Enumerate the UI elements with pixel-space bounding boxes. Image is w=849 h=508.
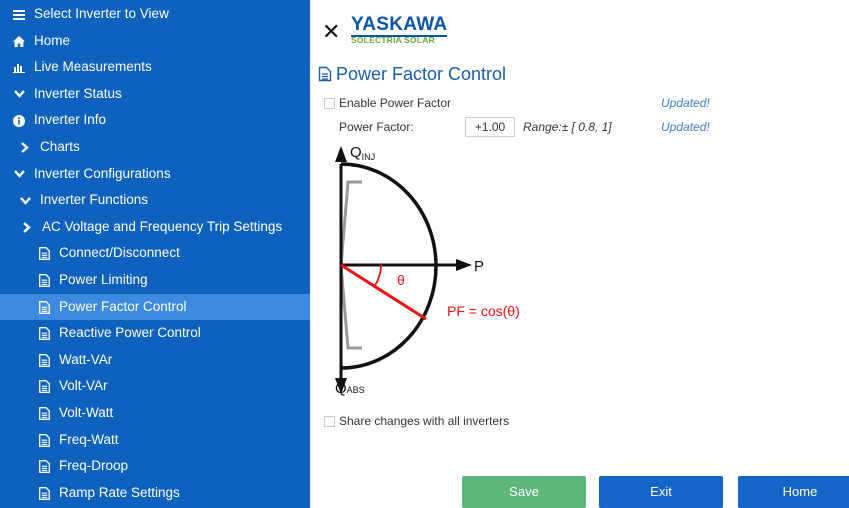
pf-formula: PF = cos(θ) — [447, 303, 520, 319]
power-factor-diagram: θ P QINJ QABS PF = cos(θ) — [335, 144, 520, 397]
theta-arc — [373, 264, 382, 288]
theta-label: θ — [397, 272, 405, 288]
sidebar-item-label: Inverter Configurations — [34, 165, 171, 181]
sidebar-item-label: Connect/Disconnect — [59, 245, 180, 261]
power-factor-range: Range:± [ 0.8, 1] — [523, 120, 612, 134]
sidebar-item-label: Home — [34, 32, 71, 48]
sidebar: Select Inverter to View Home Live Measurem… — [0, 0, 310, 508]
sidebar-item-volt-var[interactable]: Volt-VAr — [0, 373, 310, 399]
bar-chart-icon — [12, 55, 26, 81]
logo-name: YASKAWA — [351, 14, 448, 37]
page-title: Power Factor Control — [318, 64, 506, 87]
close-icon[interactable]: ✕ — [322, 19, 340, 45]
document-icon — [37, 374, 51, 400]
sidebar-item-connect-disconnect[interactable]: Connect/Disconnect — [0, 240, 310, 266]
list-icon — [12, 1, 26, 27]
sidebar-item-charts[interactable]: Charts — [0, 134, 310, 160]
sidebar-item-label: Inverter Status — [34, 85, 122, 101]
sidebar-item-label: Select Inverter to View — [34, 6, 169, 21]
document-icon — [37, 267, 51, 293]
exit-button[interactable]: Exit — [599, 476, 723, 508]
sidebar-item-freq-watt[interactable]: Freq-Watt — [0, 427, 310, 453]
power-factor-label: Power Factor: — [339, 120, 414, 134]
sidebar-item-inverter-info[interactable]: Inverter Info — [0, 107, 310, 133]
chevron-down-icon — [12, 81, 26, 107]
q-abs-label: QABS — [335, 380, 365, 397]
enable-power-factor-label: Enable Power Factor — [339, 96, 452, 110]
sidebar-item-power-limiting[interactable]: Power Limiting — [0, 267, 310, 293]
chevron-down-icon — [18, 188, 32, 214]
q-inj-label: QINJ — [350, 144, 375, 162]
sidebar-item-watt-var[interactable]: Watt-VAr — [0, 347, 310, 373]
sidebar-item-label: Power Factor Control — [59, 298, 187, 314]
chevron-down-icon — [12, 161, 26, 187]
document-icon — [37, 347, 51, 373]
document-icon — [318, 66, 332, 87]
share-changes-label: Share changes with all inverters — [339, 414, 510, 428]
sidebar-item-label: Inverter Functions — [40, 192, 149, 208]
sidebar-item-label: Volt-Watt — [59, 405, 114, 420]
sidebar-item-label: Ramp Rate Settings — [59, 484, 180, 500]
sidebar-item-home[interactable]: Home — [0, 28, 310, 54]
sidebar-item-label: Charts — [40, 139, 80, 154]
p-arrow — [456, 259, 472, 271]
sidebar-item-select-inverter-to-view[interactable]: Select Inverter to View — [0, 1, 310, 27]
logo-subtitle: SOLECTRIA SOLAR — [351, 35, 435, 45]
document-icon — [37, 294, 51, 320]
sidebar-item-label: Watt-VAr — [59, 351, 113, 367]
sidebar-item-label: Volt-VAr — [59, 378, 108, 394]
info-icon — [12, 108, 26, 134]
share-changes-checkbox[interactable] — [324, 416, 335, 427]
enable-power-factor-checkbox[interactable] — [324, 98, 335, 109]
chevron-right-icon — [18, 134, 32, 160]
sidebar-item-power-factor-control[interactable]: Power Factor Control — [0, 293, 310, 320]
sidebar-item-inverter-configurations[interactable]: Inverter Configurations — [0, 161, 310, 187]
sidebar-item-ac-voltage-and-frequency-trip-settings[interactable]: AC Voltage and Frequency Trip Settings — [0, 214, 310, 240]
document-icon — [37, 480, 51, 506]
sidebar-item-label: Live Measurements — [34, 59, 152, 75]
sidebar-item-live-measurements[interactable]: Live Measurements — [0, 54, 310, 80]
sidebar-item-label: Reactive Power Control — [59, 325, 201, 341]
sidebar-item-volt-watt[interactable]: Volt-Watt — [0, 400, 310, 426]
home-icon — [12, 28, 26, 54]
chevron-right-icon — [20, 214, 34, 240]
home-button[interactable]: Home — [738, 476, 849, 508]
sidebar-item-inverter-status[interactable]: Inverter Status — [0, 81, 310, 107]
sidebar-item-ramp-rate-settings[interactable]: Ramp Rate Settings — [0, 480, 310, 506]
document-icon — [37, 241, 51, 267]
document-icon — [37, 400, 51, 426]
sidebar-item-label: Power Limiting — [59, 272, 148, 287]
document-icon — [37, 427, 51, 453]
document-icon — [37, 321, 51, 347]
sidebar-item-label: AC Voltage and Frequency Trip Settings — [42, 218, 283, 234]
sidebar-item-label: Freq-Droop — [59, 458, 129, 474]
sidebar-item-freq-droop[interactable]: Freq-Droop — [0, 453, 310, 479]
sidebar-item-reactive-power-control[interactable]: Reactive Power Control — [0, 320, 310, 346]
sidebar-item-label: Inverter Info — [34, 112, 107, 128]
sidebar-item-label: Freq-Watt — [59, 431, 119, 447]
q-inj-arrow — [335, 146, 347, 162]
power-factor-input[interactable]: +1.00 — [465, 117, 515, 137]
enable-status: Updated! — [661, 96, 710, 110]
pf-vector — [340, 263, 427, 321]
power-factor-status: Updated! — [661, 120, 710, 134]
p-label: P — [474, 258, 484, 275]
save-button[interactable]: Save — [462, 476, 586, 508]
sidebar-item-inverter-functions[interactable]: Inverter Functions — [0, 187, 310, 213]
document-icon — [37, 454, 51, 480]
main-panel: ✕ YASKAWA SOLECTRIA SOLAR Power Factor C… — [310, 0, 849, 508]
